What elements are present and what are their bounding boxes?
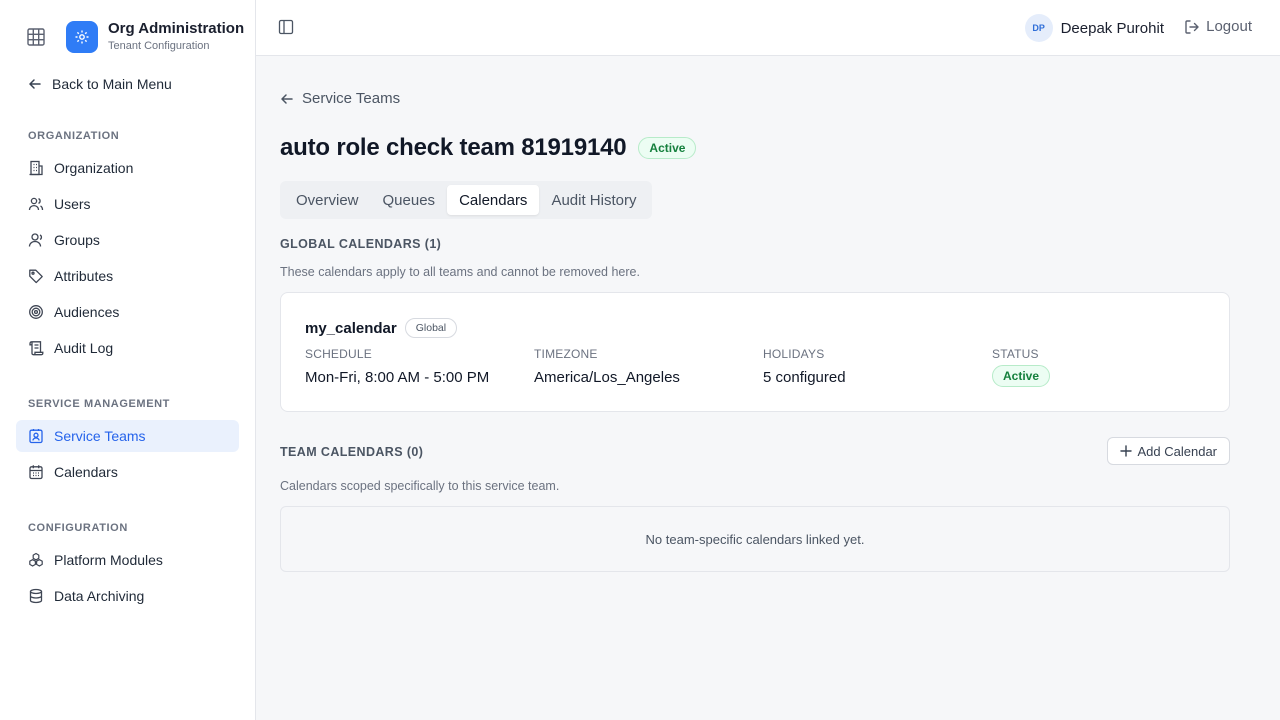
plus-icon	[1119, 445, 1132, 457]
tab-queues[interactable]: Queues	[371, 185, 448, 215]
sidebar-item-organization[interactable]: Organization	[16, 152, 239, 184]
sidebar-item-service-teams[interactable]: Service Teams	[16, 420, 239, 452]
section-label-service-management: SERVICE MANAGEMENT	[28, 398, 170, 410]
timezone-field: TIMEZONE America/Los_Angeles	[534, 347, 680, 386]
sidebar: Org Administration Tenant Configuration …	[0, 0, 256, 720]
tab-audit-history[interactable]: Audit History	[539, 185, 648, 215]
empty-state: No team-specific calendars linked yet.	[280, 506, 1230, 572]
section-label-configuration: CONFIGURATION	[28, 522, 128, 534]
title-row: auto role check team 81919140 Active	[280, 134, 697, 162]
global-calendars-heading: GLOBAL CALENDARS (1)	[280, 237, 442, 251]
user-menu[interactable]: DP Deepak Purohit	[1024, 14, 1164, 42]
scope-badge: Global	[404, 318, 458, 338]
sidebar-item-label: Calendars	[54, 464, 118, 480]
top-bar: DP Deepak Purohit Logout	[256, 0, 1280, 56]
boxes-icon	[28, 552, 44, 568]
sidebar-item-label: Audiences	[54, 304, 120, 320]
logout-button[interactable]: Logout	[1184, 18, 1252, 35]
timezone-value: America/Los_Angeles	[534, 369, 680, 386]
section-label-organization: ORGANIZATION	[28, 130, 120, 142]
contact-badge-icon	[28, 428, 44, 444]
global-calendars-description: These calendars apply to all teams and c…	[280, 265, 640, 279]
breadcrumb-label: Service Teams	[302, 90, 401, 107]
sidebar-item-attributes[interactable]: Attributes	[16, 260, 239, 292]
holidays-value: 5 configured	[763, 369, 846, 386]
status-badge: Active	[638, 137, 697, 159]
schedule-value: Mon-Fri, 8:00 AM - 5:00 PM	[305, 369, 490, 386]
sidebar-item-audiences[interactable]: Audiences	[16, 296, 239, 328]
brand-subtitle: Tenant Configuration	[108, 40, 210, 52]
calendar-icon	[28, 464, 44, 480]
calendar-name: my_calendar	[305, 319, 397, 337]
arrow-left-icon	[28, 76, 44, 92]
tab-calendars[interactable]: Calendars	[447, 185, 540, 215]
brand-title: Org Administration	[108, 20, 245, 37]
schedule-field: SCHEDULE Mon-Fri, 8:00 AM - 5:00 PM	[305, 347, 489, 386]
user-group-icon	[28, 232, 44, 248]
tab-bar: Overview Queues Calendars Audit History	[280, 181, 653, 219]
brand: Org Administration Tenant Configuration	[26, 20, 244, 53]
empty-state-text: No team-specific calendars linked yet.	[645, 531, 865, 547]
arrow-left-icon	[280, 92, 294, 106]
users-icon	[28, 196, 44, 212]
logout-icon	[1184, 19, 1200, 35]
back-label: Back to Main Menu	[52, 76, 172, 92]
status-badge: Active	[992, 365, 1051, 387]
add-calendar-button[interactable]: Add Calendar	[1106, 437, 1230, 465]
field-label: STATUS	[992, 347, 1039, 361]
back-to-main-menu-link[interactable]: Back to Main Menu	[28, 74, 172, 94]
calendar-card[interactable]: my_calendar Global SCHEDULE Mon-Fri, 8:0…	[280, 292, 1230, 412]
sidebar-item-label: Groups	[54, 232, 100, 248]
avatar: DP	[1024, 14, 1053, 42]
sidebar-item-label: Service Teams	[54, 428, 146, 444]
field-label: TIMEZONE	[534, 347, 598, 361]
sidebar-item-label: Platform Modules	[54, 552, 163, 568]
team-calendars-heading: TEAM CALENDARS (0)	[280, 445, 424, 459]
sidebar-item-calendars[interactable]: Calendars	[16, 456, 239, 488]
tag-icon	[28, 268, 44, 284]
user-name: Deepak Purohit	[1060, 19, 1164, 37]
status-field: STATUS Active	[992, 347, 1051, 387]
tab-overview[interactable]: Overview	[284, 185, 371, 215]
sidebar-item-data-archiving[interactable]: Data Archiving	[16, 580, 239, 612]
gear-icon	[66, 20, 98, 53]
sidebar-item-label: Users	[54, 196, 91, 212]
field-label: SCHEDULE	[305, 347, 372, 361]
sidebar-item-label: Audit Log	[54, 340, 114, 356]
database-icon	[28, 588, 44, 604]
holidays-field: HOLIDAYS 5 configured	[763, 347, 846, 386]
sidebar-item-label: Data Archiving	[54, 588, 145, 604]
logout-label: Logout	[1206, 18, 1252, 35]
sidebar-item-groups[interactable]: Groups	[16, 224, 239, 256]
sidebar-item-audit-log[interactable]: Audit Log	[16, 332, 239, 364]
sidebar-item-users[interactable]: Users	[16, 188, 239, 220]
page-title: auto role check team 81919140	[280, 134, 627, 161]
sidebar-item-label: Attributes	[54, 268, 114, 284]
building-icon	[28, 160, 44, 176]
grid-icon[interactable]	[26, 27, 46, 47]
sidebar-toggle-icon[interactable]	[278, 19, 296, 37]
add-calendar-label: Add Calendar	[1137, 443, 1218, 459]
target-icon	[28, 304, 44, 320]
breadcrumb[interactable]: Service Teams	[280, 90, 400, 107]
sidebar-item-platform-modules[interactable]: Platform Modules	[16, 544, 239, 576]
team-calendars-description: Calendars scoped specifically to this se…	[280, 479, 560, 493]
sidebar-item-label: Organization	[54, 160, 134, 176]
scroll-icon	[28, 340, 44, 356]
field-label: HOLIDAYS	[763, 347, 825, 361]
